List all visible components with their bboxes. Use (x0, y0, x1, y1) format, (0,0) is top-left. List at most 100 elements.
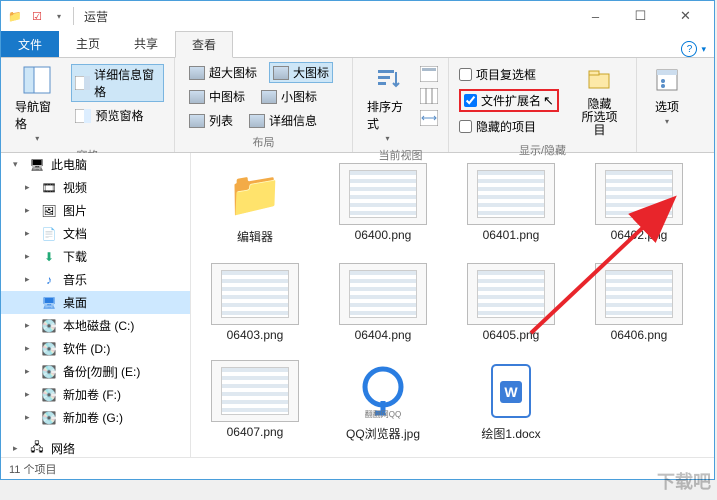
help-button[interactable]: ? ▾ (681, 41, 706, 57)
pc-icon: 🖥 (29, 158, 45, 172)
nav-drive-g[interactable]: ▸💽新加卷 (G:) (1, 406, 190, 429)
nav-drive-e[interactable]: ▸💽备份[勿删] (E:) (1, 360, 190, 383)
nav-this-pc[interactable]: ▾🖥此电脑 (1, 153, 190, 176)
nav-pane-icon (21, 64, 53, 96)
file-item[interactable]: 06406.png (589, 263, 689, 342)
maximize-button[interactable]: ☐ (618, 2, 663, 30)
file-label: 06401.png (483, 228, 540, 242)
file-label: 06403.png (227, 328, 284, 342)
nav-desktop[interactable]: 🖥桌面 (1, 291, 190, 314)
details-pane-button[interactable]: 详细信息窗格 (71, 64, 164, 102)
nav-documents[interactable]: ▸📄文档 (1, 222, 190, 245)
file-item[interactable]: W 绘图1.docx (461, 360, 561, 442)
file-label: QQ浏览器.jpg (346, 425, 420, 442)
folder-icon: 📁 (211, 163, 299, 225)
image-thumbnail (467, 263, 555, 325)
nav-pane-button[interactable]: 导航窗格 ▾ (11, 62, 63, 145)
dropdown-icon[interactable]: ▾ (51, 8, 67, 24)
large-icons-button[interactable]: 大图标 (269, 62, 333, 83)
fit-columns-icon[interactable] (420, 110, 438, 126)
file-item[interactable]: 06404.png (333, 263, 433, 342)
drive-icon: 💽 (41, 365, 57, 379)
file-item[interactable]: 📁编辑器 (205, 163, 305, 245)
image-thumbnail (339, 163, 427, 225)
tab-file[interactable]: 文件 (1, 31, 59, 57)
nav-music[interactable]: ▸♪音乐 (1, 268, 190, 291)
minimize-button[interactable]: – (573, 2, 618, 30)
large-icon (273, 66, 289, 80)
documents-icon: 📄 (41, 227, 57, 241)
small-icons-button[interactable]: 小图标 (257, 86, 321, 107)
item-count: 11 个项目 (9, 461, 56, 477)
status-bar: 11 个项目 (1, 457, 714, 479)
file-label: 06404.png (355, 328, 412, 342)
extralarge-icon (189, 66, 205, 80)
extralarge-icons-button[interactable]: 超大图标 (185, 62, 261, 83)
file-item[interactable]: 翻翻网QQ QQ浏览器.jpg (333, 360, 433, 442)
ribbon-tabs: 文件 主页 共享 查看 ? ▾ (1, 31, 714, 57)
file-item[interactable]: 06405.png (461, 263, 561, 342)
titlebar: 📁 ☑ ▾ 运营 – ☐ ✕ (1, 1, 714, 31)
cursor-icon: ↖ (543, 93, 554, 109)
item-checkboxes-toggle[interactable]: 项目复选框 (459, 66, 559, 83)
nav-drive-d[interactable]: ▸💽软件 (D:) (1, 337, 190, 360)
hidden-items-toggle[interactable]: 隐藏的项目 (459, 118, 559, 135)
image-thumbnail (339, 263, 427, 325)
file-label: 06406.png (611, 328, 668, 342)
tab-home[interactable]: 主页 (59, 30, 117, 57)
hide-selected-button[interactable]: 隐藏 所选项目 (573, 62, 626, 140)
sort-icon (372, 64, 404, 96)
tab-view[interactable]: 查看 (175, 31, 233, 58)
file-item[interactable]: 06401.png (461, 163, 561, 245)
close-button[interactable]: ✕ (663, 2, 708, 30)
video-icon: 🎞 (41, 181, 57, 195)
sort-by-button[interactable]: 排序方式 ▾ (363, 62, 412, 145)
preview-pane-icon (75, 109, 91, 123)
details-pane-icon (75, 76, 90, 90)
nav-pictures[interactable]: ▸🖼图片 (1, 199, 190, 222)
file-ext-toggle[interactable]: 文件扩展名 ↖ (464, 92, 554, 109)
details-icon (249, 114, 265, 128)
medium-icons-button[interactable]: 中图标 (185, 86, 249, 107)
image-thumbnail (595, 163, 683, 225)
options-button[interactable]: 选项 ▾ (647, 62, 687, 128)
downloads-icon: ⬇ (41, 250, 57, 264)
file-label: 06407.png (227, 425, 284, 439)
pictures-icon: 🖼 (41, 204, 57, 218)
nav-downloads[interactable]: ▸⬇下载 (1, 245, 190, 268)
drive-icon: 💽 (41, 411, 57, 425)
qq-icon: 翻翻网QQ (339, 360, 427, 422)
nav-network[interactable]: ▸🖧网络 (1, 437, 190, 457)
preview-pane-button[interactable]: 预览窗格 (71, 105, 164, 126)
image-thumbnail (211, 263, 299, 325)
file-label: 06402.png (611, 228, 668, 242)
group-by-icon[interactable] (420, 66, 438, 82)
ribbon: 导航窗格 ▾ 详细信息窗格 预览窗格 窗格 (1, 57, 714, 153)
network-icon: 🖧 (29, 442, 45, 456)
nav-videos[interactable]: ▸🎞视频 (1, 176, 190, 199)
svg-text:W: W (504, 384, 518, 400)
hide-icon (583, 64, 615, 96)
drive-icon: 💽 (41, 319, 57, 333)
file-label: 06400.png (355, 228, 412, 242)
file-item[interactable]: 06403.png (205, 263, 305, 342)
check-icon[interactable]: ☑ (29, 8, 45, 24)
nav-drive-f[interactable]: ▸💽新加卷 (F:) (1, 383, 190, 406)
file-item[interactable]: 06407.png (205, 360, 305, 442)
image-thumbnail (211, 360, 299, 422)
file-label: 绘图1.docx (481, 425, 540, 442)
music-icon: ♪ (41, 273, 57, 287)
small-icon (261, 90, 277, 104)
window-title: 运营 (84, 8, 108, 25)
add-columns-icon[interactable] (420, 88, 438, 104)
nav-drive-c[interactable]: ▸💽本地磁盘 (C:) (1, 314, 190, 337)
watermark: 下载吧 (657, 468, 711, 494)
files-pane[interactable]: 📁编辑器 06400.png 06401.png 06402.png 06403.png… (191, 153, 714, 457)
navigation-pane[interactable]: ▾🖥此电脑 ▸🎞视频 ▸🖼图片 ▸📄文档 ▸⬇下载 ▸♪音乐 🖥桌面 ▸💽本地磁… (1, 153, 191, 457)
tab-share[interactable]: 共享 (117, 30, 175, 57)
file-item[interactable]: 06402.png (589, 163, 689, 245)
list-button[interactable]: 列表 (185, 110, 237, 131)
details-button[interactable]: 详细信息 (245, 110, 321, 131)
file-label: 06405.png (483, 328, 540, 342)
file-item[interactable]: 06400.png (333, 163, 433, 245)
